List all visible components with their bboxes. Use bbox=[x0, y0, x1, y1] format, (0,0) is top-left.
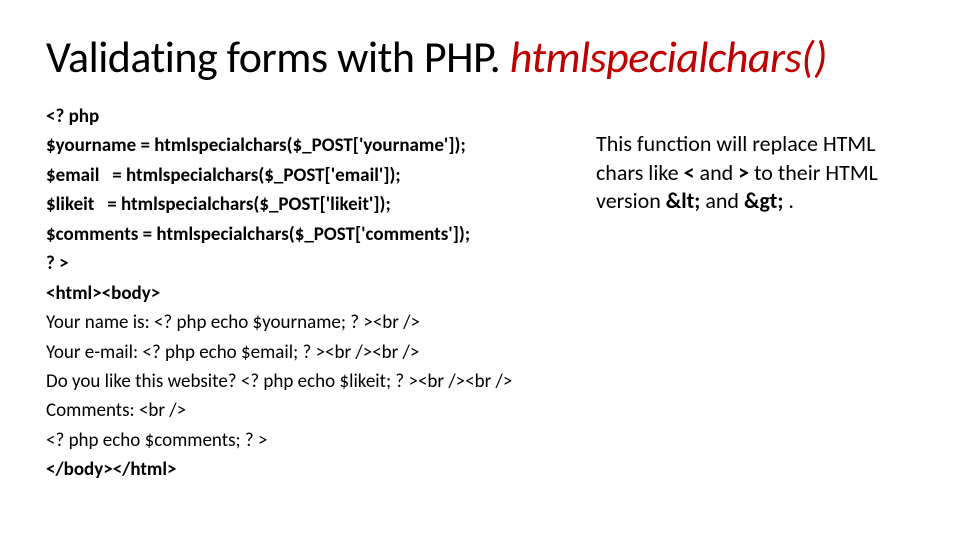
code-line: Do you like this website? <? php echo $l… bbox=[46, 367, 566, 396]
slide-title: Validating forms with PHP. htmlspecialch… bbox=[46, 30, 914, 84]
desc-part: and bbox=[700, 187, 744, 214]
code-line: <html><body> bbox=[46, 279, 566, 308]
desc-amp-gt: &gt; bbox=[744, 187, 783, 214]
code-line: $likeit = htmlspecialchars($_POST['likei… bbox=[46, 190, 566, 219]
desc-gt: > bbox=[738, 159, 749, 186]
code-line: <? php bbox=[46, 102, 566, 131]
content-row: <? php $yourname = htmlspecialchars($_PO… bbox=[46, 102, 914, 485]
desc-part: and bbox=[695, 159, 739, 186]
code-expr: = htmlspecialchars($_POST['likeit']); bbox=[107, 193, 390, 216]
code-block: <? php $yourname = htmlspecialchars($_PO… bbox=[46, 102, 566, 485]
code-line: Your name is: <? php echo $yourname; ? >… bbox=[46, 308, 566, 337]
code-line: $email = htmlspecialchars($_POST['email'… bbox=[46, 161, 566, 190]
slide: Validating forms with PHP. htmlspecialch… bbox=[0, 0, 960, 540]
desc-part: . bbox=[783, 187, 794, 214]
code-line: </body></html> bbox=[46, 455, 566, 484]
code-expr: = htmlspecialchars($_POST['email']); bbox=[112, 164, 400, 187]
description-text: This function will replace HTML chars li… bbox=[596, 102, 914, 485]
desc-amp-lt: &lt; bbox=[666, 187, 701, 214]
title-function-name: htmlspecialchars() bbox=[510, 30, 827, 84]
code-var: $email bbox=[46, 164, 99, 187]
desc-lt: < bbox=[684, 159, 695, 186]
code-line: <? php echo $comments; ? > bbox=[46, 426, 566, 455]
title-prefix: Validating forms with PHP. bbox=[46, 30, 510, 84]
code-line: Comments: <br /> bbox=[46, 396, 566, 425]
code-line: ? > bbox=[46, 249, 566, 278]
code-line: $comments = htmlspecialchars($_POST['com… bbox=[46, 220, 566, 249]
code-var: $likeit bbox=[46, 193, 94, 216]
code-line: $yourname = htmlspecialchars($_POST['you… bbox=[46, 131, 566, 160]
code-line: Your e-mail: <? php echo $email; ? ><br … bbox=[46, 338, 566, 367]
